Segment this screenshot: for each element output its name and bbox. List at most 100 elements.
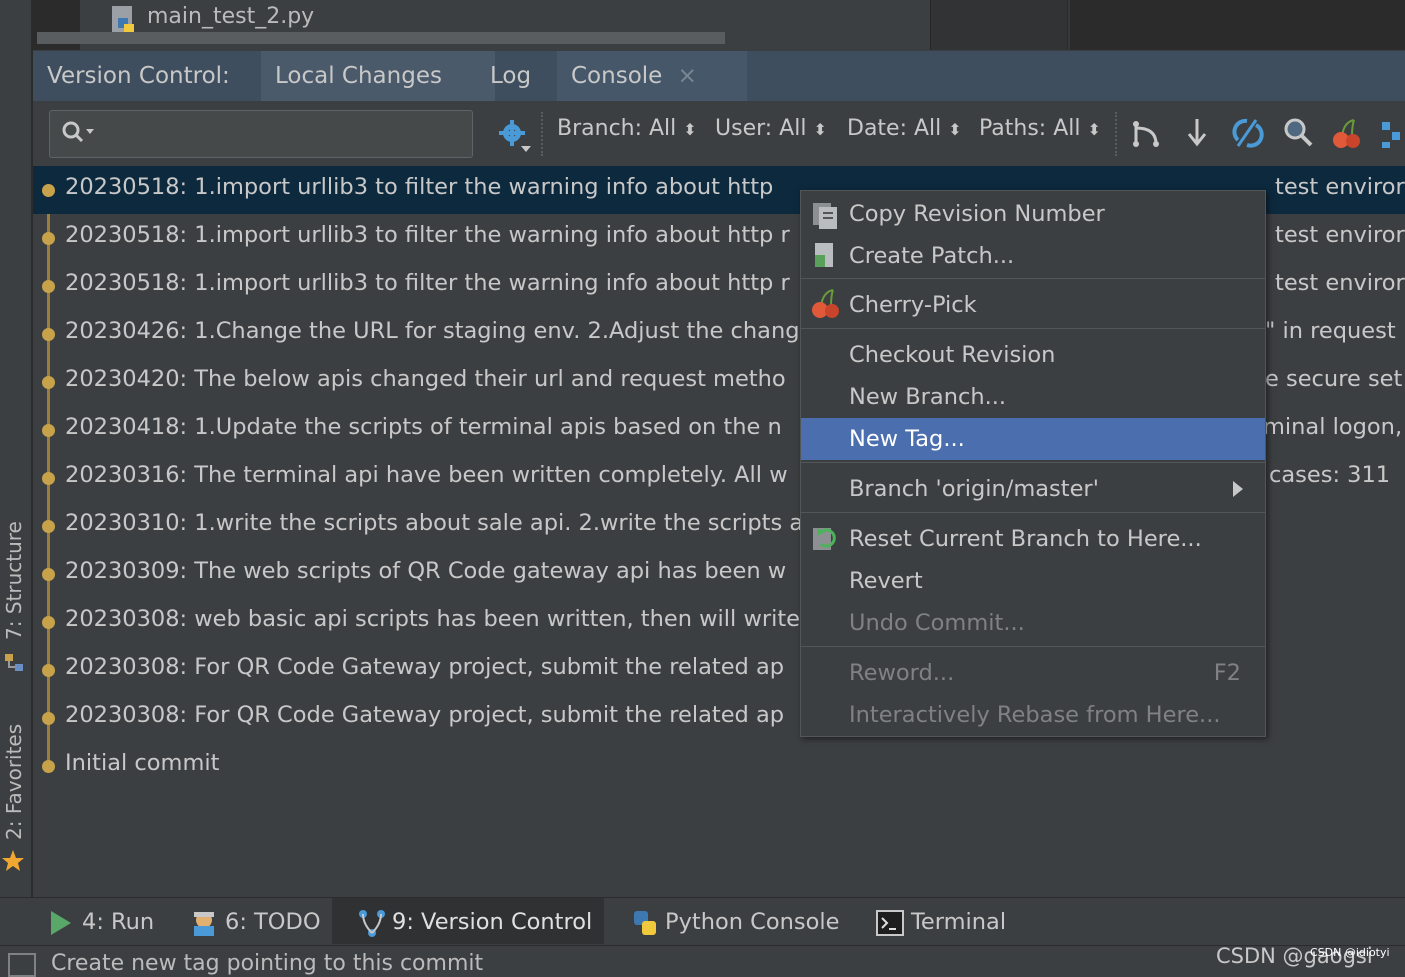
- date-filter[interactable]: Date: All ⬍: [847, 116, 962, 141]
- structure-tool-button[interactable]: 7: Structure: [2, 521, 26, 640]
- todo-tool-button[interactable]: 6: TODO: [225, 909, 321, 935]
- commit-message: 20230518: 1.import urllib3 to filter the…: [65, 222, 790, 248]
- tab-log[interactable]: Log: [476, 51, 545, 101]
- branch-filter[interactable]: Branch: All ⬍: [557, 116, 697, 141]
- status-toggle-icon[interactable]: [8, 953, 36, 977]
- version-control-tool-button[interactable]: 9: Version Control: [392, 909, 592, 935]
- commit-graph-dot: [42, 568, 55, 581]
- tab-label: Console: [571, 63, 663, 89]
- menu-item-cherry-pick[interactable]: Cherry-Pick: [801, 284, 1265, 326]
- python-console-tool-button[interactable]: Python Console: [665, 909, 839, 935]
- menu-item-label: Copy Revision Number: [849, 201, 1105, 227]
- run-tool-label: 4: Run: [82, 909, 155, 935]
- updown-arrow-icon: ⬍: [813, 120, 827, 139]
- commit-message-tail: test enviror: [1275, 270, 1405, 296]
- log-search-input[interactable]: [49, 110, 473, 158]
- commit-graph-dot: [42, 280, 55, 293]
- todo-tool-label: 6: TODO: [225, 909, 321, 935]
- menu-item-reset-current-branch[interactable]: Reset Current Branch to Here...: [801, 518, 1265, 560]
- commit-graph-dot: [42, 472, 55, 485]
- menu-separator: [801, 278, 1265, 279]
- menu-item-new-tag[interactable]: New Tag...: [801, 418, 1265, 460]
- commit-message: 20230310: 1.write the scripts about sale…: [65, 510, 804, 536]
- todo-icon: [194, 912, 214, 936]
- menu-item-new-branch[interactable]: New Branch...: [801, 376, 1265, 418]
- commit-message: Initial commit: [65, 750, 220, 776]
- cherry-icon: [812, 289, 839, 318]
- updown-arrow-icon: ⬍: [1087, 120, 1101, 139]
- refresh-icon[interactable]: [1230, 116, 1264, 150]
- cherry-pick-icon[interactable]: [1330, 118, 1364, 150]
- commit-message: 20230308: web basic api scripts has been…: [65, 606, 801, 632]
- search-icon[interactable]: [1282, 116, 1316, 150]
- menu-item-branch-origin-master[interactable]: Branch 'origin/master': [801, 468, 1265, 510]
- branch-graph-icon[interactable]: [1130, 118, 1162, 150]
- paths-filter[interactable]: Paths: All ⬍: [979, 116, 1101, 141]
- commit-graph-dot: [42, 184, 55, 197]
- editor-content: [1068, 0, 1405, 50]
- run-tool-button[interactable]: 4: Run: [82, 909, 154, 935]
- menu-item-create-patch[interactable]: Create Patch...: [801, 235, 1265, 277]
- version-control-title: Version Control:: [47, 63, 230, 89]
- commit-message: 20230420: The below apis changed their u…: [65, 366, 786, 392]
- toolbar-separator: [1115, 112, 1119, 156]
- tab-local-changes[interactable]: Local Changes: [261, 51, 495, 101]
- horizontal-scrollbar[interactable]: [37, 32, 725, 44]
- copy-icon: [813, 203, 837, 229]
- commit-message: 20230308: For QR Code Gateway project, s…: [65, 654, 785, 680]
- context-menu: Copy Revision Number Create Patch... Che…: [800, 190, 1266, 737]
- commit-row[interactable]: Initial commit: [33, 742, 1405, 790]
- menu-item-copy-revision-number[interactable]: Copy Revision Number: [801, 193, 1265, 235]
- commit-graph-dot: [42, 232, 55, 245]
- patch-icon: [815, 243, 833, 267]
- tab-console[interactable]: Console ×: [557, 51, 747, 101]
- commit-message: 20230418: 1.Update the scripts of termin…: [65, 414, 782, 440]
- structure-label: 7: Structure: [2, 521, 26, 640]
- menu-item-label: Branch 'origin/master': [849, 476, 1099, 502]
- menu-item-label: Reword...: [849, 660, 955, 686]
- menu-separator: [801, 512, 1265, 513]
- python-console-icon: [634, 911, 656, 935]
- menu-item-interactive-rebase[interactable]: Interactively Rebase from Here...: [801, 694, 1265, 736]
- menu-item-undo-commit[interactable]: Undo Commit...: [801, 602, 1265, 644]
- commit-graph-dot: [42, 664, 55, 677]
- date-filter-label: Date: All: [847, 116, 942, 141]
- version-control-icon: [359, 910, 385, 937]
- close-icon[interactable]: ×: [678, 63, 697, 89]
- menu-item-revert[interactable]: Revert: [801, 560, 1265, 602]
- menu-item-reword[interactable]: Reword... F2: [801, 652, 1265, 694]
- terminal-tool-label: Terminal: [911, 909, 1007, 935]
- favorites-tool-button[interactable]: 2: Favorites: [2, 724, 26, 840]
- reset-icon: [813, 528, 836, 550]
- menu-item-label: Reset Current Branch to Here...: [849, 526, 1202, 552]
- commit-graph-dot: [42, 328, 55, 341]
- commit-graph-dot: [42, 376, 55, 389]
- commit-graph-dot: [42, 520, 55, 533]
- user-filter[interactable]: User: All ⬍: [715, 116, 827, 141]
- commit-message: 20230426: 1.Change the URL for staging e…: [65, 318, 800, 344]
- menu-item-label: New Branch...: [849, 384, 1007, 410]
- menu-item-shortcut: F2: [1213, 660, 1241, 686]
- settings-icon[interactable]: [497, 118, 533, 154]
- commit-graph-dot: [42, 616, 55, 629]
- menu-item-label: Cherry-Pick: [849, 292, 977, 318]
- update-icon[interactable]: [1184, 116, 1210, 150]
- tab-label: Log: [490, 63, 532, 89]
- terminal-icon: [876, 910, 904, 936]
- structure-icon: [5, 654, 23, 671]
- branch-filter-label: Branch: All: [557, 116, 677, 141]
- menu-item-label: Undo Commit...: [849, 610, 1025, 636]
- commit-message-tail: minal logon,: [1263, 414, 1403, 440]
- commit-message: 20230316: The terminal api have been wri…: [65, 462, 788, 488]
- menu-item-label: New Tag...: [849, 426, 965, 452]
- commit-message: 20230309: The web scripts of QR Code gat…: [65, 558, 787, 584]
- toolbar-separator: [541, 112, 545, 156]
- terminal-tool-button[interactable]: Terminal: [911, 909, 1006, 935]
- updown-arrow-icon: ⬍: [683, 120, 697, 139]
- layout-icon[interactable]: [1378, 116, 1405, 150]
- run-icon: [51, 911, 71, 935]
- version-control-tool-label: 9: Version Control: [392, 909, 593, 935]
- menu-item-checkout-revision[interactable]: Checkout Revision: [801, 334, 1265, 376]
- commit-graph-dot: [42, 760, 55, 773]
- project-file-name[interactable]: main_test_2.py: [147, 4, 314, 29]
